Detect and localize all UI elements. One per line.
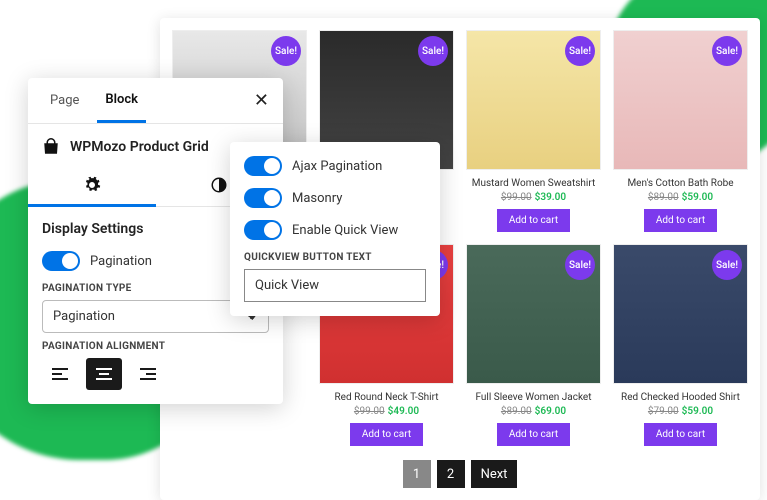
price-old: $89.00 bbox=[648, 192, 679, 203]
sale-badge: Sale! bbox=[271, 36, 301, 66]
product-card: Sale! Men's Cotton Bath Robe $89.00$59.0… bbox=[613, 30, 748, 232]
align-left-button[interactable] bbox=[42, 358, 78, 390]
price-old: $99.00 bbox=[501, 192, 532, 203]
contrast-icon bbox=[210, 176, 228, 194]
product-title: Red Round Neck T-Shirt bbox=[334, 392, 438, 403]
sale-badge: Sale! bbox=[565, 36, 595, 66]
quickview-text-label: QUICKVIEW BUTTON TEXT bbox=[244, 252, 426, 263]
settings-tab[interactable] bbox=[28, 166, 156, 207]
product-card: Sale! Red Checked Hooded Shirt $79.00$59… bbox=[613, 244, 748, 446]
price-old: $89.00 bbox=[501, 406, 532, 417]
pagination: 1 2 Next bbox=[172, 460, 748, 488]
align-center-icon bbox=[95, 367, 113, 381]
sale-badge: Sale! bbox=[565, 250, 595, 280]
product-card: Sale! Full Sleeve Women Jacket $89.00$69… bbox=[466, 244, 601, 446]
widget-title: WPMozo Product Grid bbox=[70, 139, 209, 155]
pagination-toggle-label: Pagination bbox=[90, 254, 152, 269]
align-right-button[interactable] bbox=[130, 358, 166, 390]
pagination-alignment-label: PAGINATION ALIGNMENT bbox=[42, 341, 269, 352]
product-title: Red Checked Hooded Shirt bbox=[621, 392, 740, 403]
quick-view-toggle[interactable] bbox=[244, 220, 282, 240]
add-to-cart-button[interactable]: Add to cart bbox=[497, 423, 570, 446]
price-old: $79.00 bbox=[648, 406, 679, 417]
masonry-toggle[interactable] bbox=[244, 188, 282, 208]
add-to-cart-button[interactable]: Add to cart bbox=[644, 209, 717, 232]
align-right-icon bbox=[139, 367, 157, 381]
product-title: Full Sleeve Women Jacket bbox=[476, 392, 592, 403]
add-to-cart-button[interactable]: Add to cart bbox=[644, 423, 717, 446]
gear-icon bbox=[83, 176, 101, 194]
ajax-pagination-label: Ajax Pagination bbox=[292, 159, 382, 174]
align-left-icon bbox=[51, 367, 69, 381]
options-popover: Ajax Pagination Masonry Enable Quick Vie… bbox=[230, 142, 440, 316]
quickview-text-input[interactable] bbox=[244, 269, 426, 302]
price-old: $99.00 bbox=[354, 406, 385, 417]
sale-badge: Sale! bbox=[418, 36, 448, 66]
ajax-pagination-toggle[interactable] bbox=[244, 156, 282, 176]
tab-block[interactable]: Block bbox=[97, 79, 146, 123]
price-new: $49.00 bbox=[388, 406, 419, 417]
close-icon[interactable]: ✕ bbox=[254, 90, 269, 111]
align-center-button[interactable] bbox=[86, 358, 122, 390]
sale-badge: Sale! bbox=[712, 250, 742, 280]
tab-page[interactable]: Page bbox=[42, 80, 87, 121]
masonry-label: Masonry bbox=[292, 191, 342, 206]
price-new: $69.00 bbox=[535, 406, 566, 417]
page-2-button[interactable]: 2 bbox=[437, 460, 465, 488]
product-card: Sale! Mustard Women Sweatshirt $99.00$39… bbox=[466, 30, 601, 232]
add-to-cart-button[interactable]: Add to cart bbox=[350, 423, 423, 446]
bag-icon bbox=[42, 138, 60, 156]
add-to-cart-button[interactable]: Add to cart bbox=[497, 209, 570, 232]
page-1-button[interactable]: 1 bbox=[403, 460, 431, 488]
pagination-toggle[interactable] bbox=[42, 251, 80, 271]
page-next-button[interactable]: Next bbox=[471, 460, 518, 488]
price-new: $39.00 bbox=[535, 192, 566, 203]
price-new: $59.00 bbox=[682, 406, 713, 417]
sale-badge: Sale! bbox=[712, 36, 742, 66]
quick-view-label: Enable Quick View bbox=[292, 223, 398, 238]
price-new: $59.00 bbox=[682, 192, 713, 203]
product-title: Men's Cotton Bath Robe bbox=[627, 178, 733, 189]
product-title: Mustard Women Sweatshirt bbox=[472, 178, 596, 189]
